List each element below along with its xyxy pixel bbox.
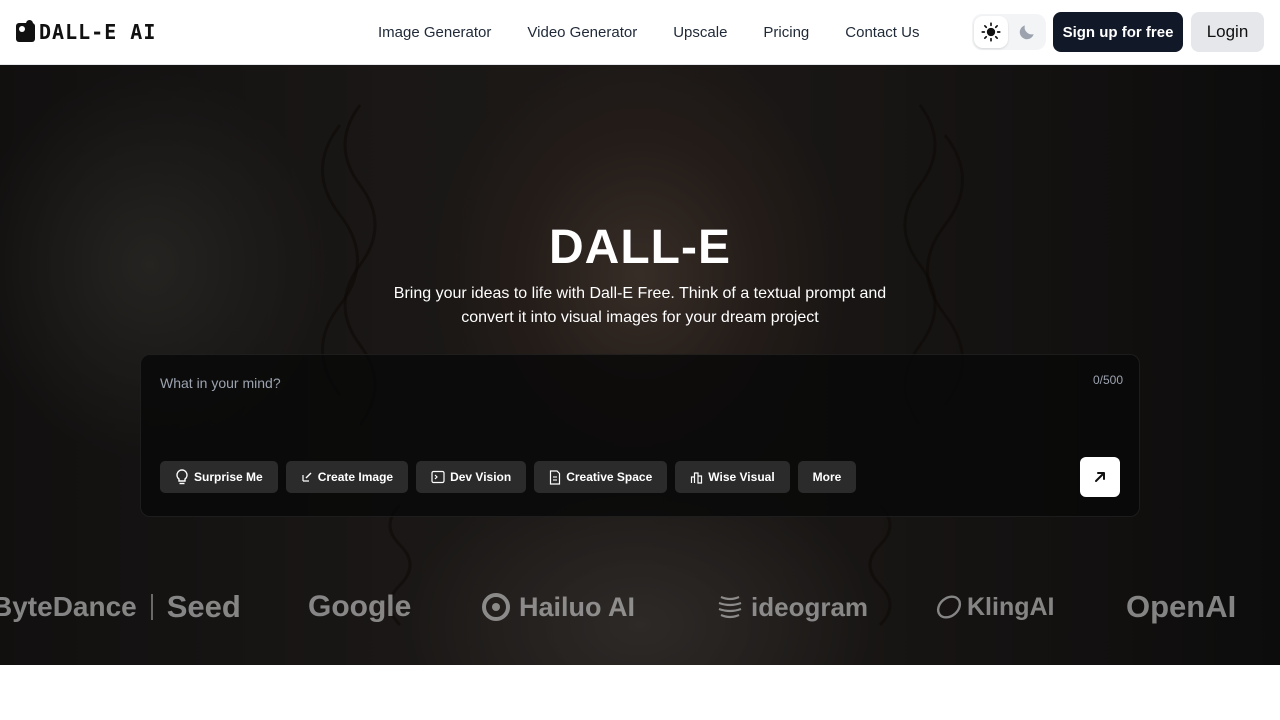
- light-mode-button[interactable]: [974, 16, 1008, 48]
- hero-title: DALL-E: [549, 221, 731, 274]
- prompt-panel: 0/500 Surprise Me Create Image: [140, 354, 1140, 517]
- brand-label: ideogram: [751, 591, 869, 622]
- brand-label: ByteDance: [0, 591, 137, 622]
- hero-section: DALL-E Bring your ideas to life with Dal…: [0, 65, 1280, 665]
- divider: [150, 594, 153, 620]
- brand-label: Hailuo AI: [519, 591, 636, 622]
- chip-label: Wise Visual: [708, 470, 775, 484]
- prompt-input[interactable]: [160, 375, 1040, 435]
- brand-bytedance-seed: ByteDance Seed: [0, 585, 241, 629]
- chip-label: Surprise Me: [194, 470, 263, 484]
- hero-subtitle: Bring your ideas to life with Dall-E Fre…: [393, 285, 887, 326]
- main-nav: Image Generator Video Generator Upscale …: [378, 0, 919, 65]
- brand-ideogram: ideogram: [715, 585, 868, 629]
- login-button[interactable]: Login: [1191, 12, 1264, 52]
- partner-logos: ByteDance Seed Google Hailuo AI ideogram: [0, 585, 1280, 629]
- nav-link-upscale[interactable]: Upscale: [673, 24, 727, 41]
- moon-icon: [1019, 25, 1034, 40]
- document-icon: [550, 469, 561, 485]
- brand-google: Google: [308, 585, 411, 629]
- brand-klingai: KlingAI: [935, 585, 1055, 629]
- creative-space-button[interactable]: Creative Space: [534, 461, 668, 493]
- brand-suffix: Seed: [166, 589, 241, 624]
- prompt-chip-row: Surprise Me Create Image Dev Vision Crea…: [160, 461, 857, 493]
- chip-label: Create Image: [317, 470, 394, 484]
- theme-toggle[interactable]: [972, 14, 1046, 50]
- ideogram-logo-icon: [718, 595, 742, 619]
- top-navigation-bar: DALL-E AI Image Generator Video Generato…: [0, 0, 1280, 65]
- submit-prompt-button[interactable]: [1080, 457, 1120, 497]
- chip-label: Dev Vision: [450, 470, 512, 484]
- lightbulb-icon: [176, 469, 188, 485]
- character-counter: 0/500: [1092, 373, 1123, 387]
- hailuo-logo-icon: [482, 593, 510, 621]
- dark-mode-button[interactable]: [1008, 14, 1045, 50]
- wise-visual-button[interactable]: Wise Visual: [675, 461, 790, 493]
- nav-link-pricing[interactable]: Pricing: [763, 24, 809, 41]
- logo-text: DALL-E AI: [39, 20, 157, 44]
- bar-chart-icon: [691, 471, 703, 484]
- sign-up-button[interactable]: Sign up for free: [1053, 12, 1183, 52]
- logo[interactable]: DALL-E AI: [16, 19, 157, 44]
- brand-openai: OpenAI: [1126, 585, 1236, 629]
- brand-label: OpenAI: [1126, 589, 1237, 624]
- dev-vision-button[interactable]: Dev Vision: [416, 461, 527, 493]
- edit-image-icon: [302, 472, 312, 482]
- terminal-icon: [431, 470, 445, 484]
- sun-icon: [981, 22, 1001, 42]
- arrow-up-right-icon: [1095, 472, 1105, 482]
- brand-label: KlingAI: [967, 592, 1055, 621]
- nav-link-contact-us[interactable]: Contact Us: [845, 24, 919, 41]
- nav-link-video-generator[interactable]: Video Generator: [527, 24, 637, 41]
- logo-icon: [16, 19, 35, 42]
- kling-logo-icon: [936, 595, 962, 619]
- more-button[interactable]: More: [797, 461, 857, 493]
- chip-label: More: [812, 470, 842, 484]
- chip-label: Creative Space: [566, 470, 653, 484]
- brand-label: Google: [308, 590, 412, 623]
- surprise-me-button[interactable]: Surprise Me: [160, 461, 278, 493]
- brand-hailuo-ai: Hailuo AI: [481, 585, 635, 629]
- create-image-button[interactable]: Create Image: [285, 461, 409, 493]
- nav-link-image-generator[interactable]: Image Generator: [378, 24, 491, 41]
